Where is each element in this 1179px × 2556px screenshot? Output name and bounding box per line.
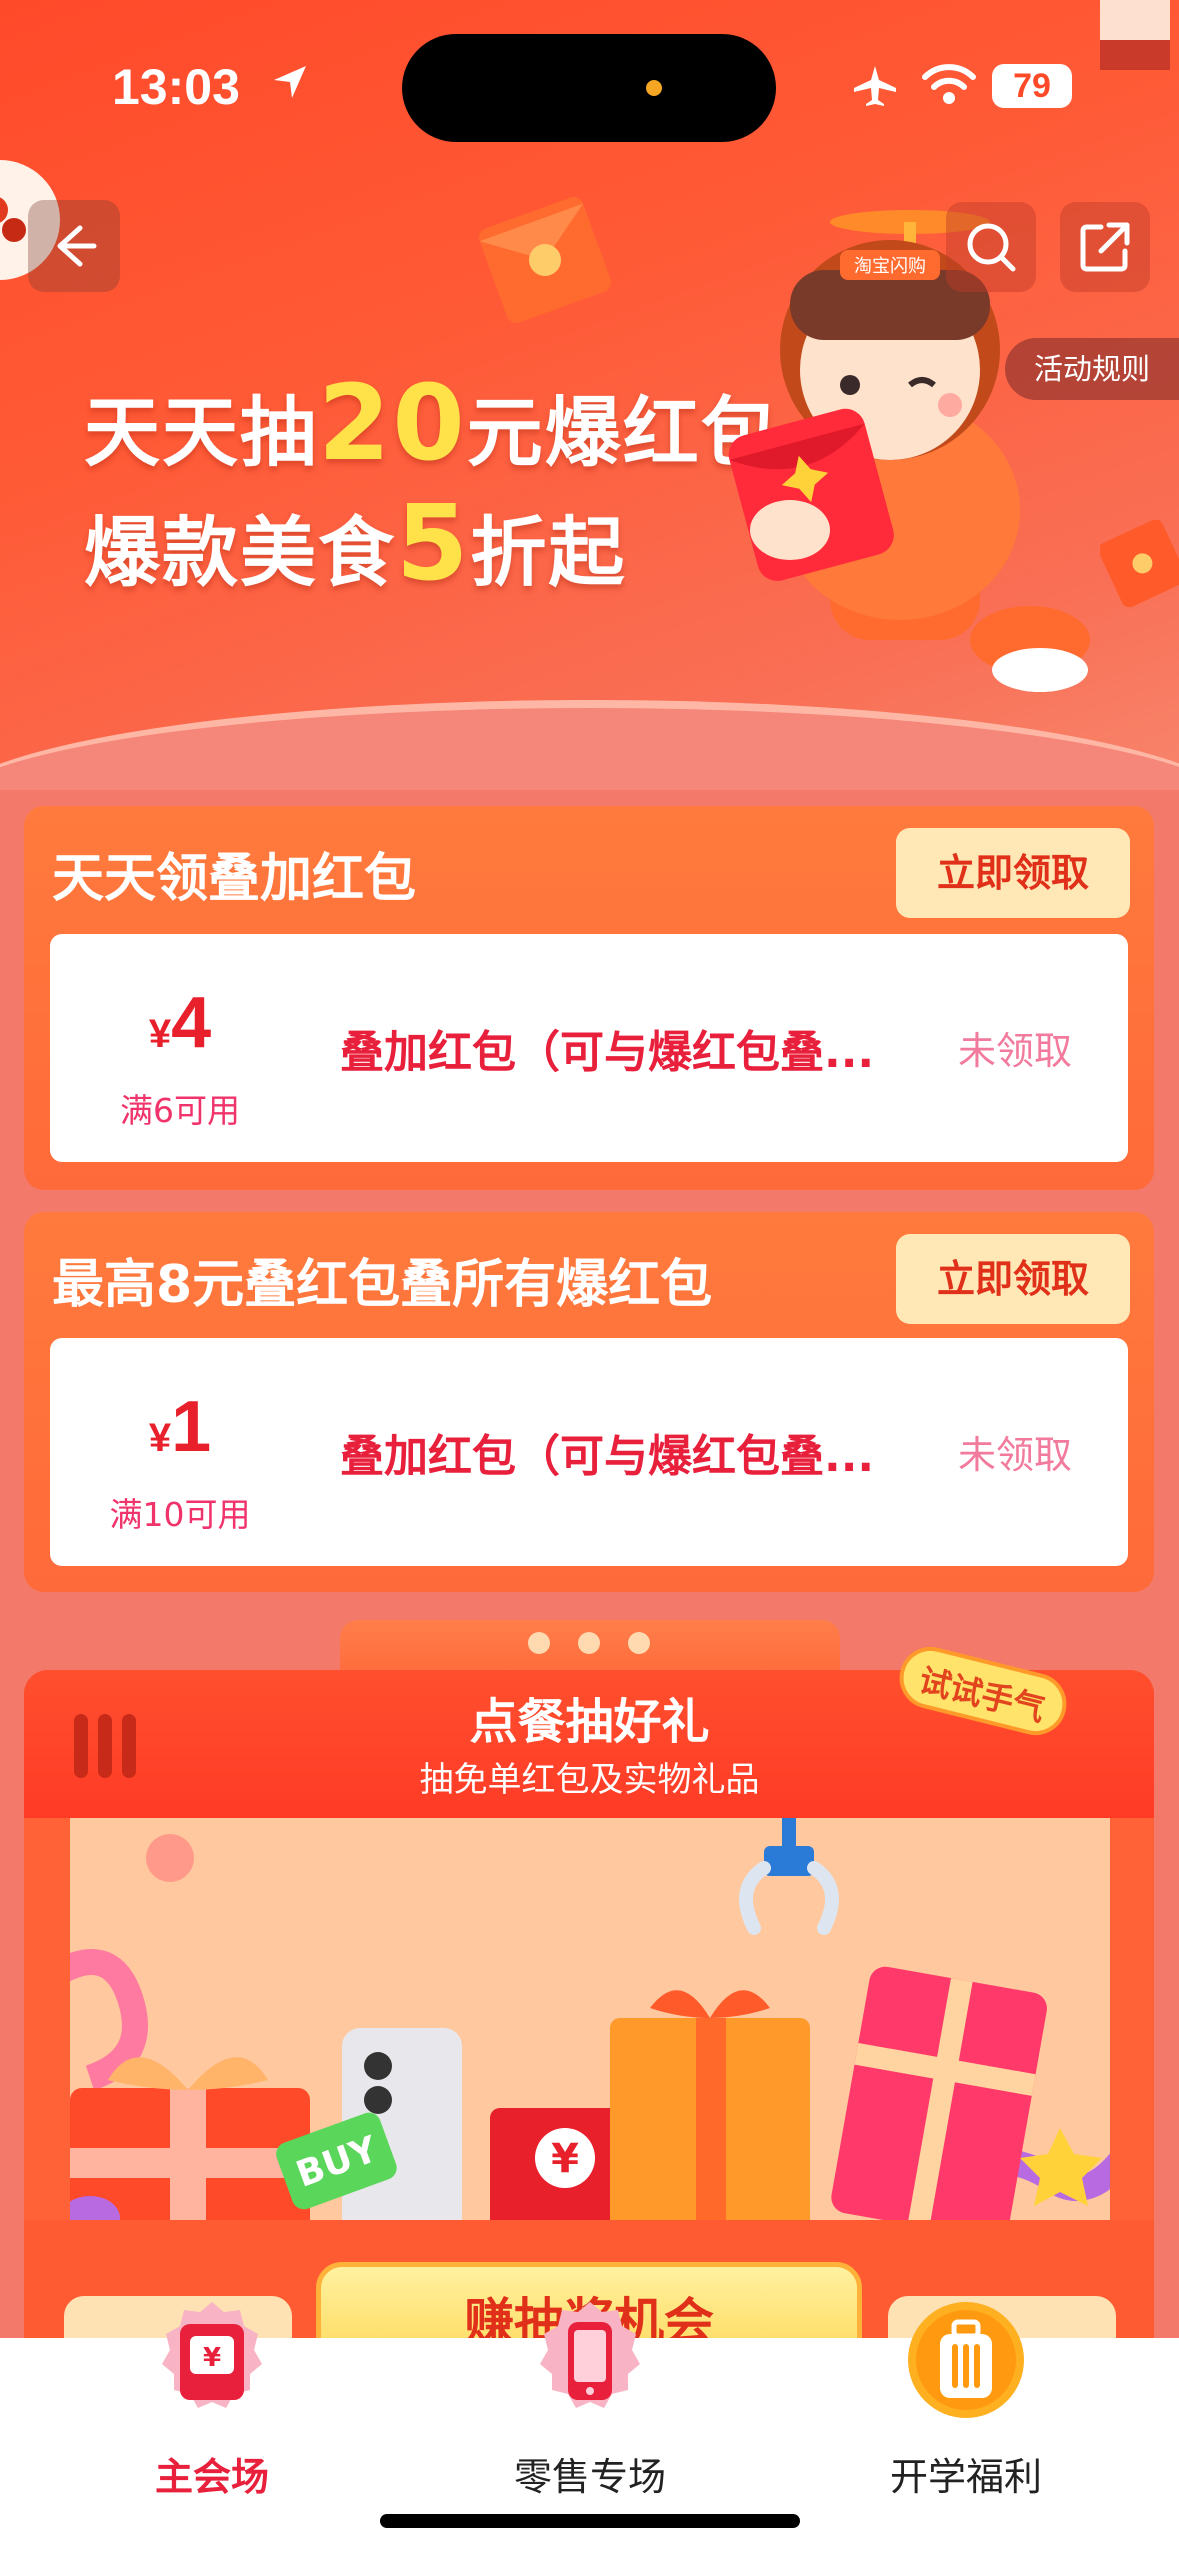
coupon-item[interactable]: ¥1 满10可用 叠加红包（可与爆红包叠... 未领取 [50, 1338, 1128, 1566]
prize-window: BUY ¥ [70, 1818, 1110, 2238]
status-time: 13:03 [112, 59, 240, 115]
coupon-condition: 满10可用 [109, 1495, 251, 1534]
coupon-status: 未领取 [957, 1029, 1072, 1073]
phone-icon [540, 2302, 640, 2408]
promo-title: 最高8元叠红包叠所有爆红包 [52, 1255, 713, 1315]
svg-text:¥: ¥ [551, 2136, 579, 2182]
indicator-dot [528, 1632, 550, 1654]
hero-title-line2: 爆款美食5折起 [84, 482, 627, 604]
red-envelope-decoration [479, 197, 611, 323]
tab-main-venue[interactable]: ¥ 主会场 [62, 2302, 362, 2556]
indicator-dot [578, 1632, 600, 1654]
back-button[interactable] [28, 200, 120, 292]
wifi-icon [922, 64, 976, 104]
promo-title: 天天领叠加红包 [52, 849, 417, 909]
search-button[interactable] [946, 202, 1036, 292]
coupon-amount: ¥4 [148, 983, 212, 1063]
activity-rules-button[interactable]: 活动规则 [1005, 338, 1179, 400]
location-arrow-icon [274, 66, 306, 98]
promo-card: 最高8元叠红包叠所有爆红包 立即领取 ¥1 满10可用 叠加红包（可与爆红包叠.… [24, 1212, 1154, 1592]
search-icon [967, 223, 1016, 272]
hero-title-line1: 天天抽20元爆红包 [84, 362, 779, 484]
status-bar: 13:03 79 [0, 0, 1179, 170]
tab-back-to-school[interactable]: 开学福利 [816, 2302, 1116, 2556]
indicator-dot [628, 1632, 650, 1654]
claim-now-button[interactable]: 立即领取 [896, 828, 1130, 918]
claim-now-button[interactable]: 立即领取 [896, 1234, 1130, 1324]
home-indicator[interactable] [380, 2514, 800, 2528]
promo-card: 天天领叠加红包 立即领取 ¥4 满6可用 叠加红包（可与爆红包叠... 未领取 [24, 806, 1154, 1190]
svg-text:¥: ¥ [203, 2343, 221, 2373]
coupon-status: 未领取 [957, 1433, 1072, 1477]
coupon-condition: 满6可用 [120, 1091, 240, 1130]
coupon-description: 叠加红包（可与爆红包叠... [340, 1027, 875, 1078]
airplane-icon [854, 66, 896, 106]
tab-label: 主会场 [154, 2455, 269, 2499]
back-arrow-icon [57, 225, 97, 267]
coupon-description: 叠加红包（可与爆红包叠... [340, 1431, 875, 1482]
battery-indicator: 79 [992, 64, 1072, 108]
tab-label: 零售专场 [513, 2455, 666, 2499]
tab-label: 开学福利 [889, 2455, 1042, 2499]
suitcase-icon [908, 2302, 1024, 2418]
lottery-subtitle: 抽免单红包及实物礼品 [419, 1760, 760, 1800]
prize-illustration: BUY ¥ [70, 1818, 1110, 2238]
svg-text:淘宝闪购: 淘宝闪购 [854, 256, 926, 277]
share-icon [1080, 222, 1130, 272]
dynamic-island [402, 34, 776, 142]
island-indicator [646, 80, 662, 96]
red-envelope-icon: ¥ [162, 2302, 262, 2408]
coupon-item[interactable]: ¥4 满6可用 叠加红包（可与爆红包叠... 未领取 [50, 934, 1128, 1162]
coupon-amount: ¥1 [148, 1387, 212, 1467]
share-button[interactable] [1060, 202, 1150, 292]
